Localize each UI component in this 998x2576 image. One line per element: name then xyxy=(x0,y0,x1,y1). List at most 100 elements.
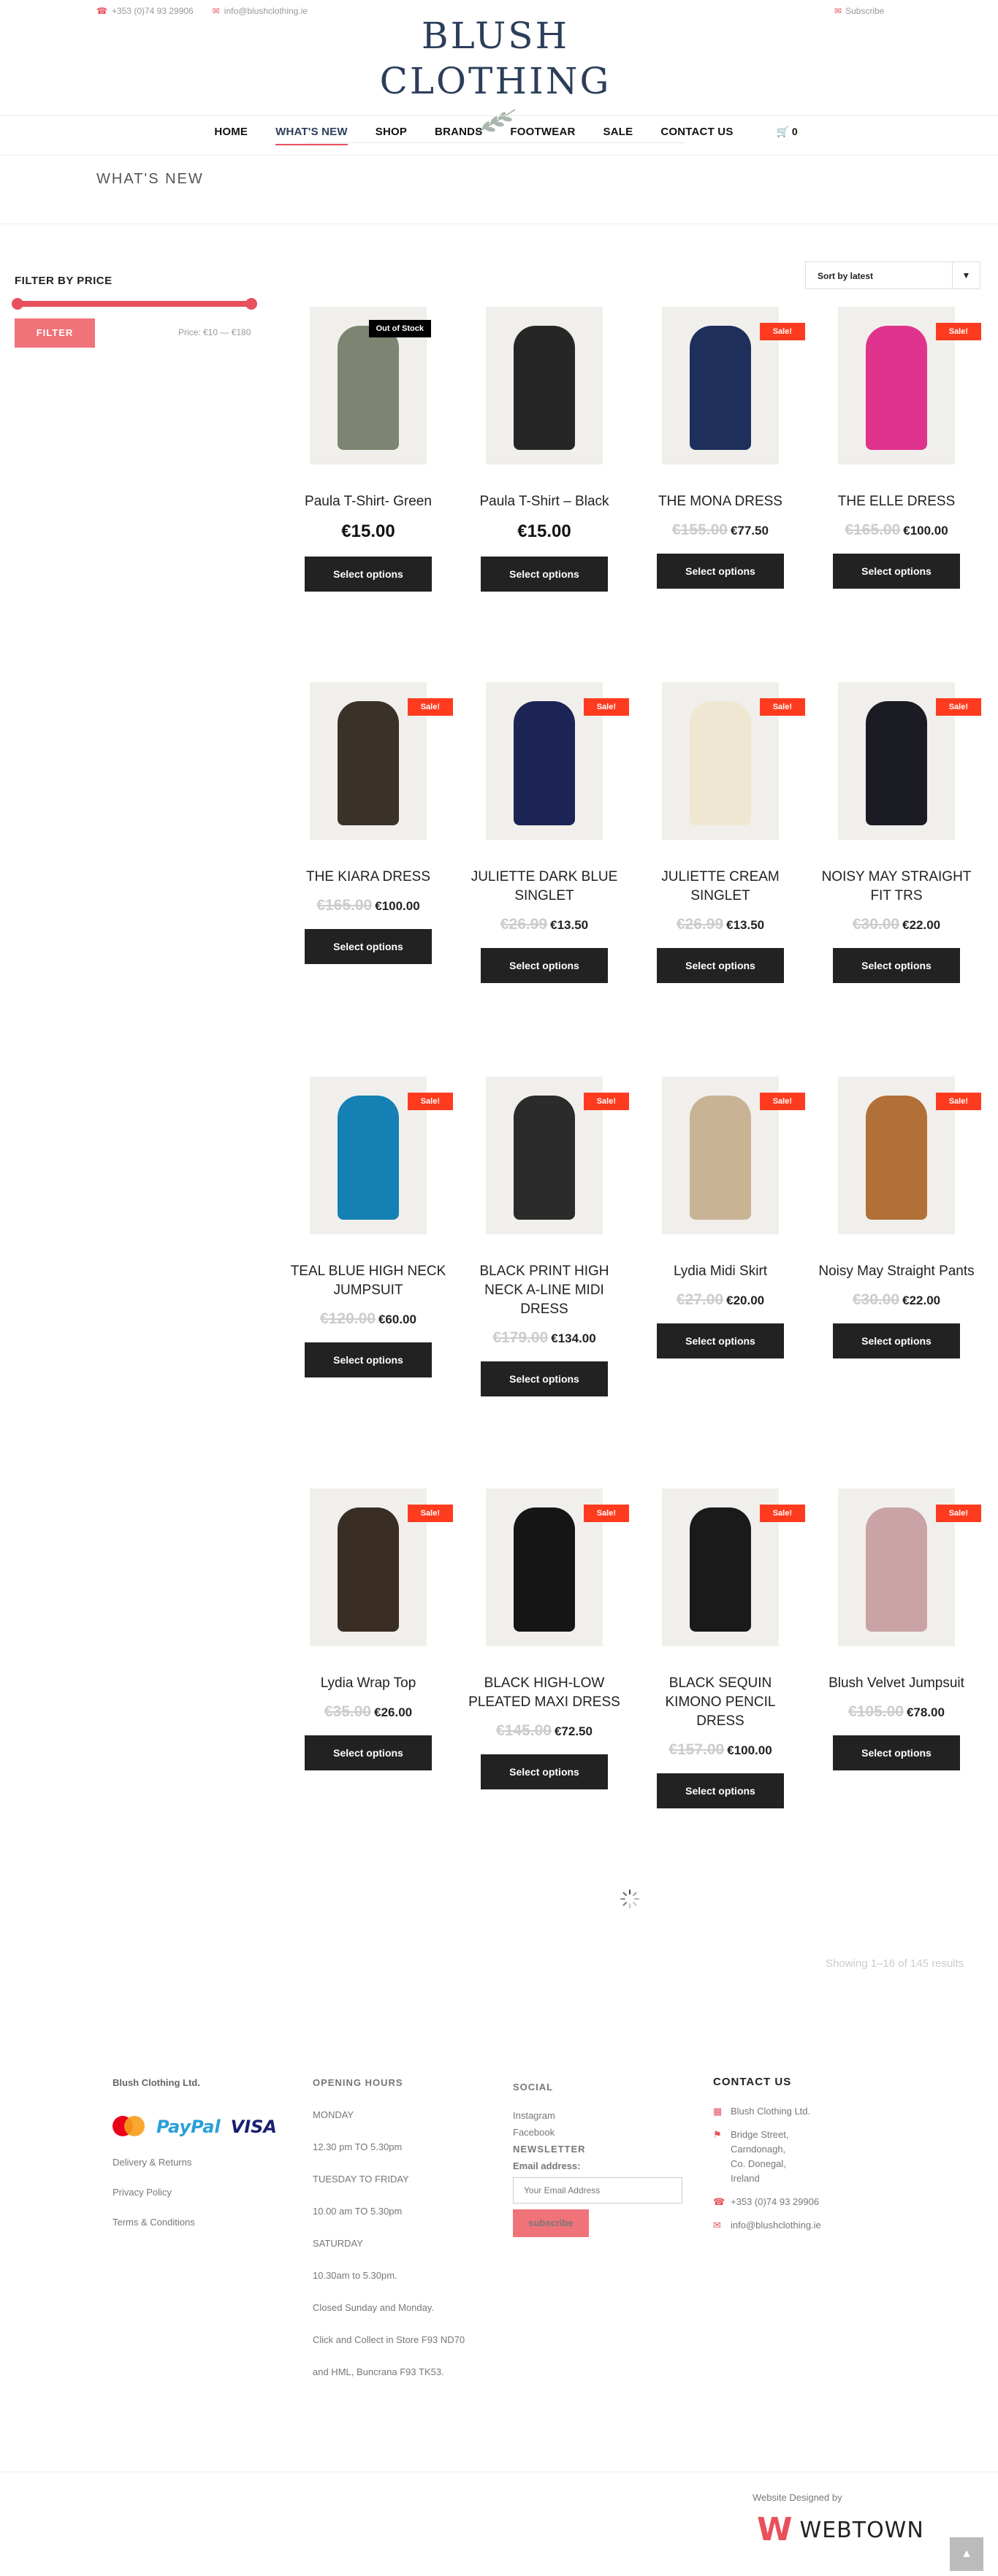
nav-shop[interactable]: SHOP xyxy=(376,126,407,145)
social-link-instagram[interactable]: Instagram xyxy=(513,2110,682,2121)
product-name[interactable]: Noisy May Straight Pants xyxy=(812,1262,981,1281)
product-name[interactable]: THE KIARA DRESS xyxy=(283,868,453,887)
product-name[interactable]: THE MONA DRESS xyxy=(636,492,805,511)
product-card[interactable]: Sale! THE MONA DRESS €155.00 €77.50 Select o… xyxy=(636,301,805,589)
product-card[interactable]: Sale! BLACK SEQUIN KIMONO PENCIL DRESS €15… xyxy=(636,1483,805,1808)
product-image[interactable]: Sale! xyxy=(460,676,629,846)
logo-text: BLUSH CLOTHING xyxy=(379,15,612,102)
product-image[interactable] xyxy=(460,301,629,470)
nav-brands[interactable]: BRANDS xyxy=(435,126,482,145)
select-options-button[interactable]: Select options xyxy=(305,1342,432,1377)
designed-by-text: Website Designed by xyxy=(753,2492,842,2503)
product-image[interactable]: Sale! xyxy=(636,1071,805,1240)
nav-contact-us[interactable]: CONTACT US xyxy=(660,126,733,145)
select-options-button[interactable]: Select options xyxy=(305,929,432,964)
product-image[interactable]: Sale! xyxy=(636,1483,805,1652)
select-options-button[interactable]: Select options xyxy=(833,948,960,983)
price-slider-max-handle[interactable] xyxy=(245,298,257,310)
price-slider-min-handle[interactable] xyxy=(12,298,23,310)
sort-select[interactable]: Sort by latest ▼ xyxy=(805,261,980,289)
product-image[interactable]: Sale! xyxy=(812,301,981,470)
social-link-facebook[interactable]: Facebook xyxy=(513,2127,682,2138)
product-card[interactable]: Sale! NOISY MAY STRAIGHT FIT TRS €30.00 €22… xyxy=(812,676,981,983)
product-image[interactable]: Sale! xyxy=(812,1071,981,1240)
nav-cart[interactable]: 🛒 0 xyxy=(777,126,798,145)
top-phone[interactable]: ☎ +353 (0)74 93 29906 xyxy=(96,6,194,16)
product-image[interactable]: Sale! xyxy=(283,676,453,846)
product-name[interactable]: Lydia Wrap Top xyxy=(283,1674,453,1693)
select-options-button[interactable]: Select options xyxy=(481,948,608,983)
site-logo[interactable]: BLUSH CLOTHING xyxy=(305,13,685,143)
select-options-button[interactable]: Select options xyxy=(657,554,784,589)
product-card[interactable]: Sale! Lydia Midi Skirt €27.00 €20.00 Select … xyxy=(636,1071,805,1358)
select-options-button[interactable]: Select options xyxy=(833,1323,960,1358)
product-image[interactable]: Sale! xyxy=(812,676,981,846)
price-slider[interactable] xyxy=(12,298,257,310)
garment-shape xyxy=(866,1096,927,1220)
filter-button[interactable]: FILTER xyxy=(15,318,95,348)
contact-phone[interactable]: ☎ +353 (0)74 93 29906 xyxy=(713,2195,821,2209)
product-card[interactable]: Sale! Noisy May Straight Pants €30.00 €22.0… xyxy=(812,1071,981,1358)
product-card[interactable]: Out of Stock Paula T-Shirt- Green €15.00 Se… xyxy=(283,301,453,592)
top-subscribe-link[interactable]: ✉ Subscribe xyxy=(834,6,884,16)
product-image[interactable]: Sale! xyxy=(460,1071,629,1240)
product-image[interactable]: Sale! xyxy=(636,301,805,470)
product-name[interactable]: BLACK HIGH-LOW PLEATED MAXI DRESS xyxy=(460,1674,629,1712)
sale-badge: Sale! xyxy=(759,1505,805,1522)
select-options-button[interactable]: Select options xyxy=(305,557,432,592)
nav-whats-new[interactable]: WHAT'S NEW xyxy=(275,126,348,145)
product-image[interactable]: Out of Stock xyxy=(283,301,453,470)
contact-email[interactable]: ✉ info@blushclothing.ie xyxy=(713,2218,821,2233)
old-price: €157.00 xyxy=(668,1741,725,1758)
product-card[interactable]: Sale! BLACK HIGH-LOW PLEATED MAXI DRESS €1… xyxy=(460,1483,629,1789)
product-card[interactable]: Sale! TEAL BLUE HIGH NECK JUMPSUIT €120.00… xyxy=(283,1071,453,1377)
product-card[interactable]: Sale! Blush Velvet Jumpsuit €105.00 €78.00 S… xyxy=(812,1483,981,1770)
current-price: €78.00 xyxy=(906,1705,945,1719)
product-card[interactable]: Paula T-Shirt – Black €15.00 Select option… xyxy=(460,301,629,592)
select-options-button[interactable]: Select options xyxy=(481,557,608,592)
product-name[interactable]: THE ELLE DRESS xyxy=(812,492,981,511)
product-image[interactable]: Sale! xyxy=(460,1483,629,1652)
nav-home[interactable]: HOME xyxy=(214,126,248,145)
footer-link-delivery[interactable]: Delivery & Returns xyxy=(113,2157,277,2168)
product-name[interactable]: TEAL BLUE HIGH NECK JUMPSUIT xyxy=(283,1262,453,1300)
footer-company-col: Blush Clothing Ltd. PayPal VISA Delivery… xyxy=(113,2077,277,2228)
nav-sale[interactable]: SALE xyxy=(603,126,633,145)
select-options-button[interactable]: Select options xyxy=(657,1323,784,1358)
product-name[interactable]: Paula T-Shirt – Black xyxy=(460,492,629,511)
select-options-button[interactable]: Select options xyxy=(481,1361,608,1396)
product-card[interactable]: Sale! Lydia Wrap Top €35.00 €26.00 Select op… xyxy=(283,1483,453,1770)
select-options-button[interactable]: Select options xyxy=(481,1754,608,1789)
product-name[interactable]: JULIETTE DARK BLUE SINGLET xyxy=(460,868,629,906)
product-name[interactable]: JULIETTE CREAM SINGLET xyxy=(636,868,805,906)
product-name[interactable]: Lydia Midi Skirt xyxy=(636,1262,805,1281)
webtown-logo[interactable]: W WEBTOWN xyxy=(757,2514,924,2546)
garment-shape xyxy=(690,1507,751,1632)
newsletter-email-input[interactable] xyxy=(513,2177,682,2204)
select-options-button[interactable]: Select options xyxy=(833,554,960,589)
footer-link-terms[interactable]: Terms & Conditions xyxy=(113,2217,277,2228)
product-name[interactable]: BLACK SEQUIN KIMONO PENCIL DRESS xyxy=(636,1674,805,1731)
product-image[interactable]: Sale! xyxy=(283,1483,453,1652)
product-card[interactable]: Sale! JULIETTE DARK BLUE SINGLET €26.99 €13… xyxy=(460,676,629,983)
subscribe-button[interactable]: subscribe xyxy=(513,2209,589,2237)
select-options-button[interactable]: Select options xyxy=(657,1773,784,1808)
product-name[interactable]: Paula T-Shirt- Green xyxy=(283,492,453,511)
back-to-top-button[interactable]: ▲ xyxy=(950,2537,983,2571)
product-card[interactable]: Sale! THE KIARA DRESS €165.00 €100.00 Select… xyxy=(283,676,453,964)
product-image[interactable]: Sale! xyxy=(812,1483,981,1652)
select-options-button[interactable]: Select options xyxy=(305,1735,432,1770)
product-name[interactable]: NOISY MAY STRAIGHT FIT TRS xyxy=(812,868,981,906)
select-options-button[interactable]: Select options xyxy=(657,948,784,983)
product-card[interactable]: Sale! THE ELLE DRESS €165.00 €100.00 Select … xyxy=(812,301,981,589)
footer-link-privacy[interactable]: Privacy Policy xyxy=(113,2187,277,2198)
top-email[interactable]: ✉ info@blushclothing.ie xyxy=(213,6,308,16)
product-name[interactable]: BLACK PRINT HIGH NECK A-LINE MIDI DRESS xyxy=(460,1262,629,1319)
select-options-button[interactable]: Select options xyxy=(833,1735,960,1770)
product-card[interactable]: Sale! BLACK PRINT HIGH NECK A-LINE MIDI D… xyxy=(460,1071,629,1396)
nav-footwear[interactable]: FOOTWEAR xyxy=(510,126,575,145)
product-image[interactable]: Sale! xyxy=(283,1071,453,1240)
product-card[interactable]: Sale! JULIETTE CREAM SINGLET €26.99 €13.50 S… xyxy=(636,676,805,983)
product-name[interactable]: Blush Velvet Jumpsuit xyxy=(812,1674,981,1693)
product-image[interactable]: Sale! xyxy=(636,676,805,846)
